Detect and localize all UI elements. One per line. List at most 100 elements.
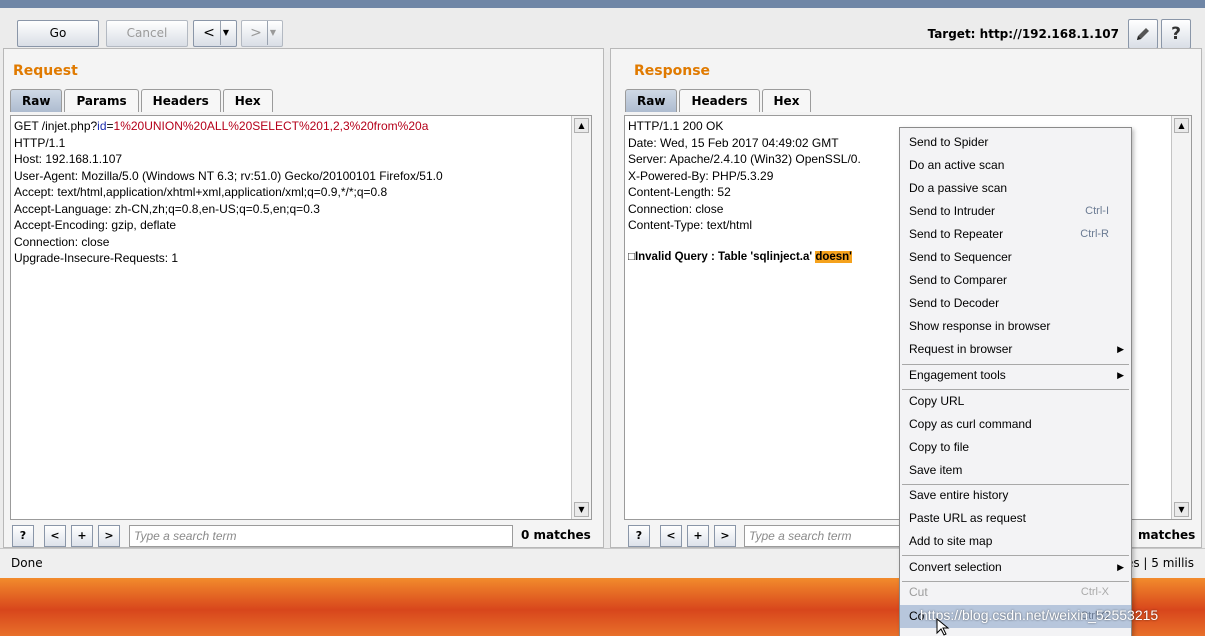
scroll-down-icon[interactable]: ▼	[574, 502, 589, 517]
menu-item-active-scan[interactable]: Do an active scan	[900, 154, 1131, 177]
menu-item-label: Cut	[909, 585, 928, 599]
menu-item-copy-as-curl[interactable]: Copy as curl command	[900, 413, 1131, 436]
cancel-button[interactable]: Cancel	[106, 20, 188, 47]
search-add-button[interactable]: +	[71, 525, 93, 547]
menu-item-engagement-tools[interactable]: Engagement tools ▶	[900, 364, 1131, 387]
menu-item-label: Request in browser	[909, 342, 1013, 356]
menu-item-paste-url-as-request[interactable]: Paste URL as request	[900, 507, 1131, 530]
search-prev-button[interactable]: <	[660, 525, 682, 547]
response-scrollbar[interactable]: ▲ ▼	[1171, 116, 1191, 519]
menu-item-label: Add to site map	[909, 534, 993, 548]
response-title: Response	[634, 63, 711, 79]
pencil-icon	[1137, 28, 1149, 40]
menu-item-label: Send to Sequencer	[909, 250, 1012, 264]
back-button[interactable]: < ▼	[193, 20, 237, 47]
window-top-strip	[0, 0, 1205, 8]
request-tab-headers[interactable]: Headers	[140, 89, 221, 112]
menu-item-shortcut: Ctrl-X	[1080, 586, 1109, 598]
search-add-button[interactable]: +	[687, 525, 709, 547]
response-size-time: es | 5 millis	[1125, 556, 1194, 570]
search-help-button[interactable]: ?	[628, 525, 650, 547]
menu-item-send-to-sequencer[interactable]: Send to Sequencer	[900, 246, 1131, 269]
menu-item-copy-to-file[interactable]: Copy to file	[900, 436, 1131, 459]
status-text: Done	[11, 556, 43, 570]
menu-item-shortcut: Ctrl-R	[1080, 228, 1109, 240]
menu-item-send-to-spider[interactable]: Send to Spider	[900, 131, 1131, 154]
mouse-pointer-icon	[936, 618, 950, 636]
request-tab-hex[interactable]: Hex	[222, 89, 273, 112]
response-tab-headers[interactable]: Headers	[679, 89, 760, 112]
menu-item-cut[interactable]: Cut Ctrl-X	[900, 581, 1131, 604]
request-editor[interactable]: GET /injet.php?id=1%20UNION%20ALL%20SELE…	[10, 115, 592, 520]
submenu-arrow-icon: ▶	[1117, 344, 1124, 354]
menu-item-add-to-site-map[interactable]: Add to site map	[900, 530, 1131, 553]
request-tab-params[interactable]: Params	[64, 89, 139, 112]
response-body-highlight: doesn'	[815, 251, 852, 263]
menu-item-label: Copy to file	[909, 440, 970, 454]
scroll-up-icon[interactable]: ▲	[1174, 118, 1189, 133]
menu-item-passive-scan[interactable]: Do a passive scan	[900, 177, 1131, 200]
context-menu: Send to Spider Do an active scan Do a pa…	[899, 127, 1132, 636]
search-prev-button[interactable]: <	[44, 525, 66, 547]
request-header-line: HTTP/1.1	[14, 135, 66, 150]
request-header-line: Upgrade-Insecure-Requests: 1	[14, 251, 179, 265]
menu-item-label: Engagement tools	[909, 368, 1006, 382]
menu-item-send-to-intruder[interactable]: Send to Intruder Ctrl-I	[900, 200, 1131, 223]
menu-item-label: Paste URL as request	[909, 511, 1026, 525]
response-tab-hex[interactable]: Hex	[761, 89, 812, 112]
search-help-button[interactable]: ?	[12, 525, 34, 547]
search-next-button[interactable]: >	[714, 525, 736, 547]
request-match-count: 0 matches	[521, 528, 591, 542]
menu-item-label: Convert selection	[909, 560, 1002, 574]
request-header-line: Accept-Encoding: gzip, deflate	[14, 218, 177, 232]
menu-item-copy-url[interactable]: Copy URL	[900, 390, 1131, 413]
request-tab-raw[interactable]: Raw	[10, 89, 63, 112]
request-header-line: Host: 192.168.1.107	[14, 152, 123, 166]
request-param-name: id	[97, 119, 107, 133]
help-button[interactable]: ?	[1161, 19, 1191, 49]
forward-button[interactable]: > ▼	[241, 20, 283, 47]
menu-item-shortcut: Ctrl-I	[1085, 205, 1109, 217]
menu-item-save-item[interactable]: Save item	[900, 459, 1131, 482]
menu-item-label: Send to Spider	[909, 135, 989, 149]
scroll-down-icon[interactable]: ▼	[1174, 502, 1189, 517]
request-panel: Request Raw Params Headers Hex GET /inje…	[3, 48, 604, 548]
request-search-bar: ? < + > Type a search term 0 matches	[12, 525, 594, 547]
menu-item-show-response-in-browser[interactable]: Show response in browser	[900, 315, 1131, 338]
response-tab-raw[interactable]: Raw	[625, 89, 678, 112]
menu-item-save-entire-history[interactable]: Save entire history	[900, 484, 1131, 507]
edit-target-button[interactable]	[1128, 19, 1158, 49]
back-dropdown-icon[interactable]: ▼	[221, 21, 232, 45]
request-scrollbar[interactable]: ▲ ▼	[571, 116, 591, 519]
response-body-text: □Invalid Query : Table 'sqlinject.a'	[628, 251, 816, 263]
menu-item-label: Show response in browser	[909, 319, 1051, 333]
forward-dropdown-icon[interactable]: ▼	[268, 21, 279, 45]
search-next-button[interactable]: >	[98, 525, 120, 547]
response-tabs: Raw Headers Hex	[625, 89, 813, 112]
request-search-input[interactable]: Type a search term	[129, 525, 513, 547]
request-title: Request	[13, 63, 78, 79]
menu-item-send-to-comparer[interactable]: Send to Comparer	[900, 269, 1131, 292]
menu-item-label: Send to Intruder	[909, 204, 996, 218]
menu-item-convert-selection[interactable]: Convert selection ▶	[900, 556, 1131, 579]
request-param-equals: =	[106, 119, 114, 133]
help-icon: ?	[1171, 24, 1181, 44]
back-arrow-icon: <	[199, 21, 221, 45]
menu-item-label: Send to Comparer	[909, 273, 1008, 287]
request-header-line: Accept-Language: zh-CN,zh;q=0.8,en-US;q=…	[14, 201, 320, 216]
request-method-path: GET /injet.php?	[14, 119, 98, 133]
menu-item-label: Copy as curl command	[909, 417, 1032, 431]
menu-item-label: Send to Decoder	[909, 296, 1000, 310]
menu-item-label: Send to Repeater	[909, 227, 1004, 241]
menu-item-label: Copy URL	[909, 394, 965, 408]
menu-item-send-to-repeater[interactable]: Send to Repeater Ctrl-R	[900, 223, 1131, 246]
menu-item-request-in-browser[interactable]: Request in browser ▶	[900, 338, 1131, 361]
response-match-count: matches	[1138, 528, 1196, 542]
scroll-up-icon[interactable]: ▲	[574, 118, 589, 133]
submenu-arrow-icon: ▶	[1117, 370, 1124, 380]
menu-item-label: Save entire history	[909, 488, 1009, 502]
go-button[interactable]: Go	[17, 20, 99, 47]
request-header-line: User-Agent: Mozilla/5.0 (Windows NT 6.3;…	[14, 168, 443, 183]
menu-item-label: Save item	[909, 463, 963, 477]
menu-item-send-to-decoder[interactable]: Send to Decoder	[900, 292, 1131, 315]
